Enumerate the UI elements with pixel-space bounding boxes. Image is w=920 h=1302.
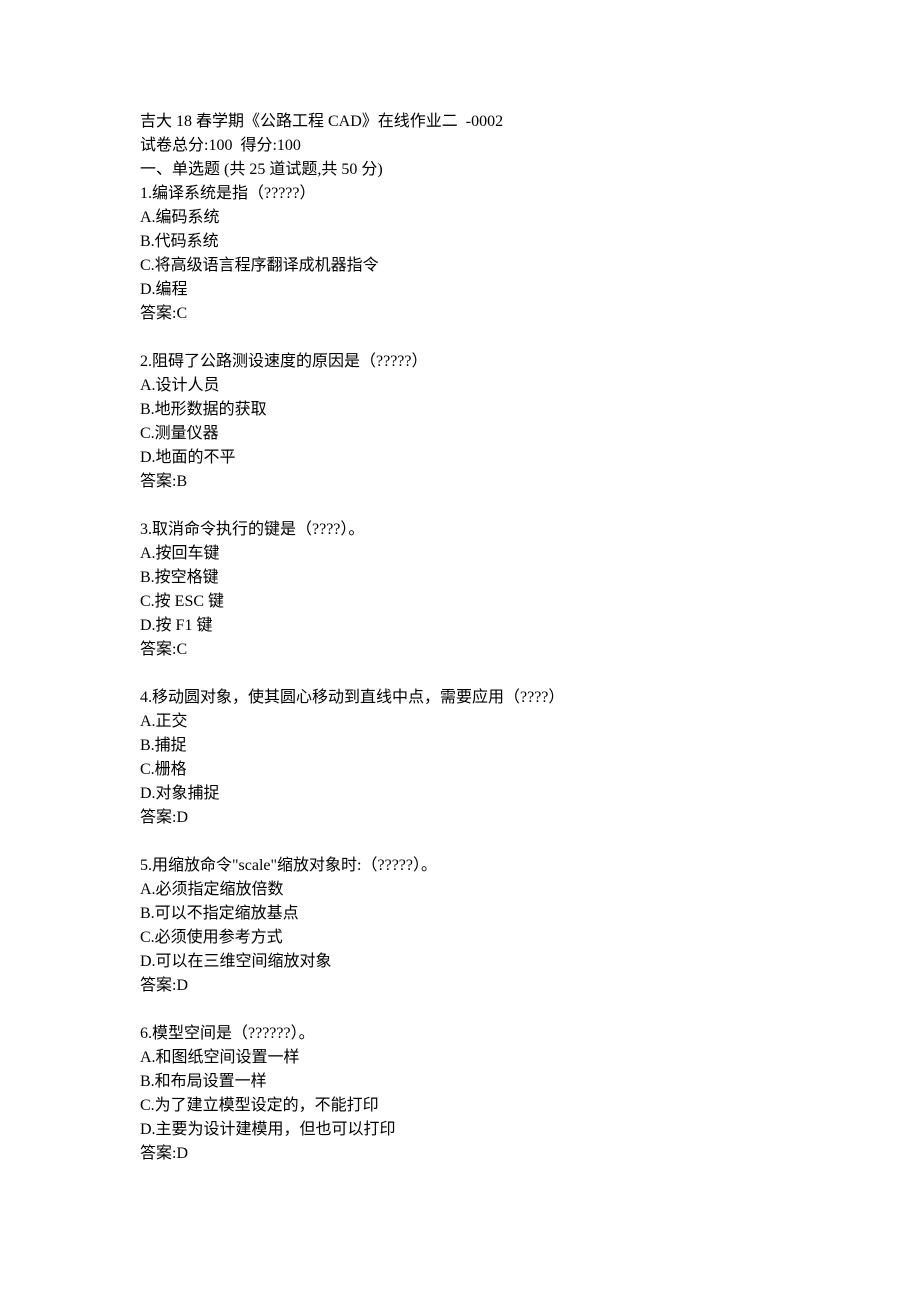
option: B.按空格键 (140, 566, 780, 590)
answer-line: 答案:D (140, 806, 780, 830)
option: D.可以在三维空间缩放对象 (140, 950, 780, 974)
option: D.对象捕捉 (140, 782, 780, 806)
question-stem: 3.取消命令执行的键是（????）。 (140, 518, 780, 542)
question-block: 5.用缩放命令"scale"缩放对象时:（?????）。 A.必须指定缩放倍数 … (140, 854, 780, 998)
answer-line: 答案:D (140, 974, 780, 998)
score-line: 试卷总分:100 得分:100 (140, 134, 780, 158)
option: A.设计人员 (140, 374, 780, 398)
question-stem: 2.阻碍了公路测设速度的原因是（?????） (140, 350, 780, 374)
option: B.地形数据的获取 (140, 398, 780, 422)
option: D.地面的不平 (140, 446, 780, 470)
option: A.必须指定缩放倍数 (140, 878, 780, 902)
option: C.为了建立模型设定的，不能打印 (140, 1094, 780, 1118)
question-stem: 6.模型空间是（??????）。 (140, 1022, 780, 1046)
section-heading: 一、单选题 (共 25 道试题,共 50 分) (140, 158, 780, 182)
option: B.和布局设置一样 (140, 1070, 780, 1094)
option: D.按 F1 键 (140, 614, 780, 638)
question-block: 6.模型空间是（??????）。 A.和图纸空间设置一样 B.和布局设置一样 C… (140, 1022, 780, 1166)
document-page: 吉大 18 春学期《公路工程 CAD》在线作业二 -0002 试卷总分:100 … (0, 0, 920, 1302)
option: B.可以不指定缩放基点 (140, 902, 780, 926)
option: B.代码系统 (140, 230, 780, 254)
option: D.主要为设计建模用，但也可以打印 (140, 1118, 780, 1142)
option: C.栅格 (140, 758, 780, 782)
question-stem: 1.编译系统是指（?????） (140, 182, 780, 206)
question-block: 4.移动圆对象，使其圆心移动到直线中点，需要应用（????） A.正交 B.捕捉… (140, 686, 780, 830)
option: C.测量仪器 (140, 422, 780, 446)
question-stem: 5.用缩放命令"scale"缩放对象时:（?????）。 (140, 854, 780, 878)
answer-line: 答案:C (140, 638, 780, 662)
answer-line: 答案:B (140, 470, 780, 494)
option: D.编程 (140, 278, 780, 302)
option: A.正交 (140, 710, 780, 734)
answer-line: 答案:D (140, 1142, 780, 1166)
doc-title: 吉大 18 春学期《公路工程 CAD》在线作业二 -0002 (140, 110, 780, 134)
question-stem: 4.移动圆对象，使其圆心移动到直线中点，需要应用（????） (140, 686, 780, 710)
option: C.按 ESC 键 (140, 590, 780, 614)
question-block: 2.阻碍了公路测设速度的原因是（?????） A.设计人员 B.地形数据的获取 … (140, 350, 780, 494)
option: B.捕捉 (140, 734, 780, 758)
option: C.将高级语言程序翻译成机器指令 (140, 254, 780, 278)
option: A.和图纸空间设置一样 (140, 1046, 780, 1070)
option: A.按回车键 (140, 542, 780, 566)
option: A.编码系统 (140, 206, 780, 230)
answer-line: 答案:C (140, 302, 780, 326)
option: C.必须使用参考方式 (140, 926, 780, 950)
question-block: 3.取消命令执行的键是（????）。 A.按回车键 B.按空格键 C.按 ESC… (140, 518, 780, 662)
